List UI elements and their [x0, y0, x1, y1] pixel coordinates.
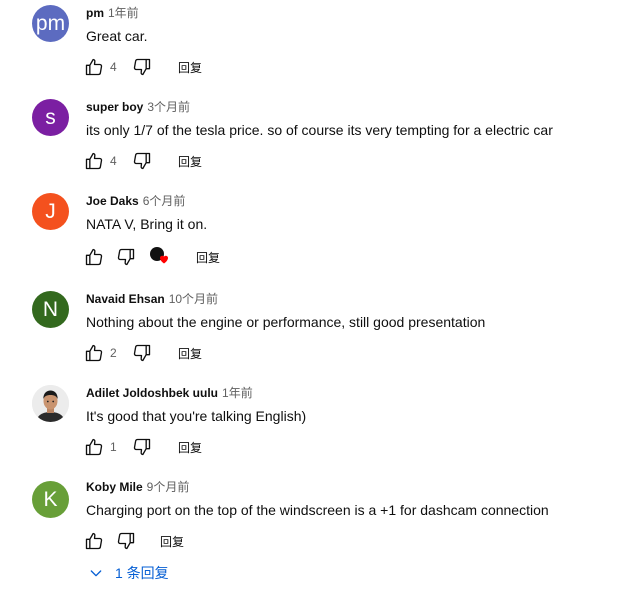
like-button[interactable] [82, 55, 106, 79]
dislike-button[interactable] [130, 149, 154, 173]
comment-text: Charging port on the top of the windscre… [86, 502, 549, 518]
timestamp[interactable]: 1年前 [108, 6, 139, 20]
timestamp[interactable]: 10个月前 [169, 292, 218, 306]
thumbs-up-icon [85, 532, 103, 550]
thumbs-down-icon [133, 344, 151, 362]
avatar[interactable]: K [32, 481, 69, 518]
reply-button[interactable]: 回复 [178, 345, 202, 362]
comment-actions: 2 回复 [82, 341, 202, 365]
author-name[interactable]: Adilet Joldoshbek uulu [86, 386, 218, 400]
comment-header: Adilet Joldoshbek uulu 1年前 [86, 385, 253, 401]
comment-text: Great car. [86, 28, 148, 44]
comment-header: Navaid Ehsan 10个月前 [86, 291, 218, 307]
dislike-button[interactable] [114, 529, 138, 553]
author-name[interactable]: Koby Mile [86, 480, 143, 494]
view-replies-button[interactable]: 1 条回复 [88, 563, 169, 583]
avatar-initial: pm [35, 11, 66, 35]
thumbs-up-icon [85, 152, 103, 170]
timestamp[interactable]: 3个月前 [147, 100, 190, 114]
avatar[interactable]: pm [32, 5, 69, 42]
comment-actions: 回复 [82, 529, 184, 553]
comment-text: its only 1/7 of the tesla price. so of c… [86, 122, 553, 138]
avatar[interactable]: J [32, 193, 69, 230]
comment-actions: 1 回复 [82, 435, 202, 459]
like-button[interactable] [82, 435, 106, 459]
reply-button[interactable]: 回复 [178, 439, 202, 456]
avatar[interactable]: s [32, 99, 69, 136]
comment-header: pm 1年前 [86, 5, 139, 21]
timestamp[interactable]: 1年前 [222, 386, 253, 400]
dislike-button[interactable] [130, 55, 154, 79]
reply-button[interactable]: 回复 [178, 153, 202, 170]
thumbs-down-icon [117, 532, 135, 550]
comment-text: It's good that you're talking English) [86, 408, 307, 424]
author-name[interactable]: super boy [86, 100, 143, 114]
author-name[interactable]: Joe Daks [86, 194, 139, 208]
heart-icon [160, 255, 168, 264]
reply-button[interactable]: 回复 [196, 249, 220, 266]
thumbs-up-icon [85, 248, 103, 266]
comment-header: super boy 3个月前 [86, 99, 190, 115]
replies-count-label: 1 条回复 [115, 565, 169, 581]
like-count: 2 [110, 346, 117, 360]
timestamp[interactable]: 9个月前 [147, 480, 190, 494]
like-count: 4 [110, 154, 117, 168]
comment-header: Koby Mile 9个月前 [86, 479, 189, 495]
like-button[interactable] [82, 149, 106, 173]
timestamp[interactable]: 6个月前 [143, 194, 186, 208]
comment-actions: 回复 [82, 245, 220, 269]
like-count: 1 [110, 440, 117, 454]
avatar-initial: N [42, 297, 59, 321]
avatar-initial: K [43, 487, 58, 511]
dislike-button[interactable] [130, 341, 154, 365]
dislike-button[interactable] [114, 245, 138, 269]
thumbs-up-icon [85, 58, 103, 76]
avatar-initial: J [45, 199, 56, 223]
avatar[interactable]: N [32, 291, 69, 328]
like-button[interactable] [82, 341, 106, 365]
comment-actions: 4 回复 [82, 55, 202, 79]
chevron-down-icon [90, 570, 102, 577]
comment-actions: 4 回复 [82, 149, 202, 173]
reply-button[interactable]: 回复 [178, 59, 202, 76]
author-name[interactable]: pm [86, 6, 104, 20]
thumbs-down-icon [133, 438, 151, 456]
comment-header: Joe Daks 6个月前 [86, 193, 185, 209]
like-button[interactable] [82, 245, 106, 269]
comment-text: NATA V, Bring it on. [86, 216, 208, 232]
user-photo-icon [32, 385, 69, 422]
thumbs-down-icon [117, 248, 135, 266]
thumbs-down-icon [133, 152, 151, 170]
thumbs-up-icon [85, 344, 103, 362]
creator-heart-badge [150, 247, 170, 267]
author-name[interactable]: Navaid Ehsan [86, 292, 165, 306]
comment-text: Nothing about the engine or performance,… [86, 314, 486, 330]
avatar-initial: s [45, 105, 56, 129]
avatar[interactable] [32, 385, 69, 422]
like-button[interactable] [82, 529, 106, 553]
dislike-button[interactable] [130, 435, 154, 459]
reply-button[interactable]: 回复 [160, 533, 184, 550]
thumbs-up-icon [85, 438, 103, 456]
like-count: 4 [110, 60, 117, 74]
thumbs-down-icon [133, 58, 151, 76]
